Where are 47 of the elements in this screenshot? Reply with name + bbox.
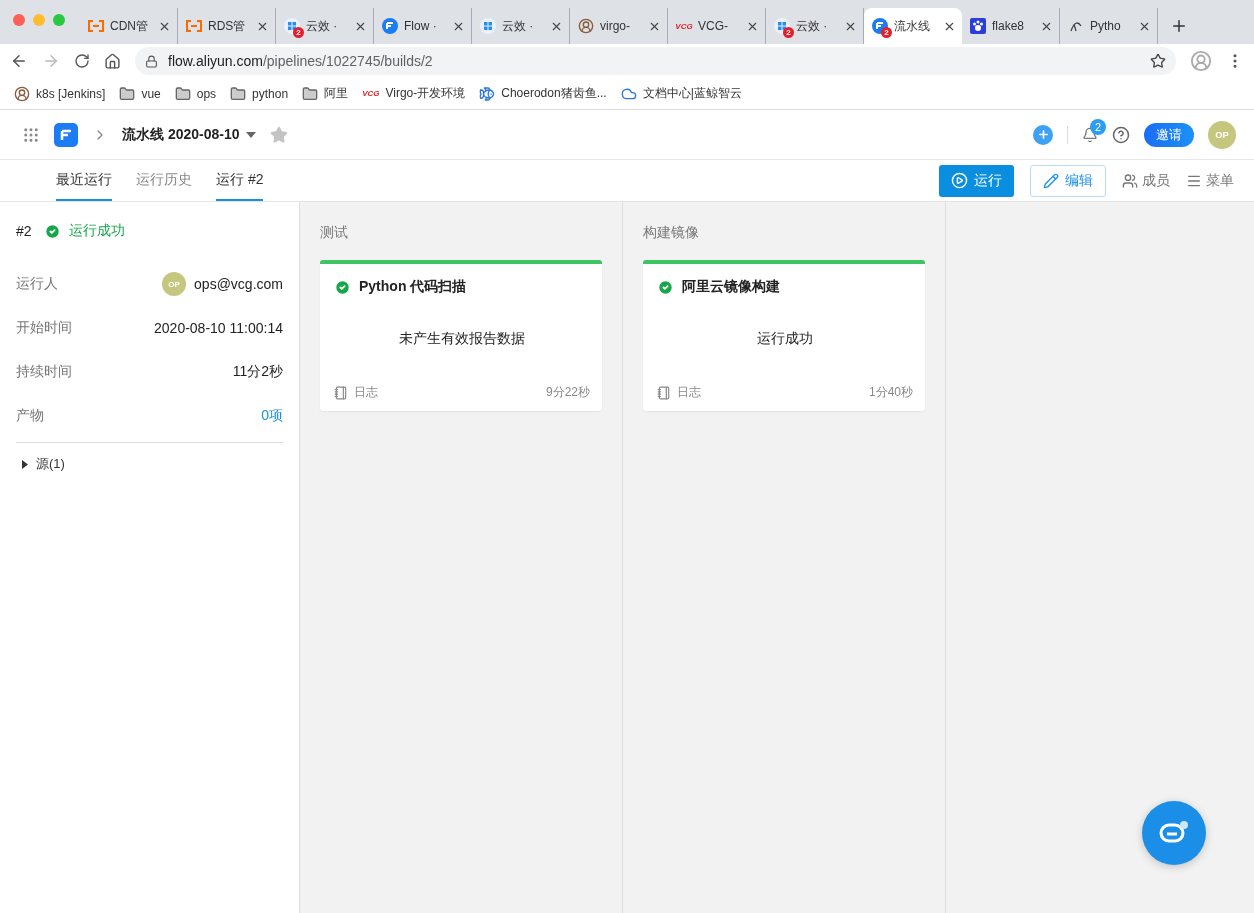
job-duration: 9分22秒: [545, 384, 590, 401]
bookmark-link[interactable]: Choerodon猪齿鱼...: [479, 85, 607, 102]
menu-button[interactable]: 菜单: [1186, 171, 1234, 190]
logo-text: VCG: [675, 21, 693, 31]
user-avatar: OP: [162, 272, 187, 296]
bookmark-link[interactable]: 阿里: [302, 85, 349, 102]
field-label: 运行人: [16, 275, 58, 293]
field-value: ops@vcg.com: [194, 276, 283, 292]
field-label: 产物: [16, 407, 44, 425]
run-button[interactable]: 运行: [939, 164, 1014, 197]
invite-button[interactable]: 邀请: [1144, 122, 1194, 147]
logo-text: VCG: [362, 89, 380, 98]
bookmark-link[interactable]: VCG Virgo-开发环境: [362, 85, 466, 102]
run-number: #2: [16, 223, 32, 239]
job-message: 运行成功: [756, 330, 814, 348]
browser-tab[interactable]: 2 流水线: [864, 8, 962, 44]
log-link[interactable]: 日志: [334, 384, 378, 401]
bookmark-link[interactable]: 文档中心|蓝鲸智云: [620, 85, 742, 102]
address-bar[interactable]: flow.aliyun.com/pipelines/1022745/builds/2: [135, 47, 1176, 75]
job-title: Python 代码扫描: [359, 278, 467, 296]
bookmark-link[interactable]: python: [230, 85, 289, 102]
field-label: 开始时间: [16, 319, 72, 337]
job-card[interactable]: Python 代码扫描 未产生有效报告数据 日志 9分22秒: [320, 260, 602, 411]
bookmark-link[interactable]: k8s [Jenkins]: [14, 85, 106, 102]
notification-count: 2: [1090, 118, 1106, 135]
members-button[interactable]: 成员: [1122, 171, 1170, 190]
job-card[interactable]: 阿里云镜像构建 运行成功 日志 1分40秒: [643, 260, 925, 411]
field-label: 持续时间: [16, 363, 72, 381]
artifacts-link[interactable]: 0项: [261, 407, 283, 425]
field-value: 2020-08-10 11:00:14: [154, 320, 283, 336]
job-message: 未产生有效报告数据: [398, 330, 526, 348]
stage-name: 测试: [320, 224, 349, 242]
edit-button[interactable]: 编辑: [1030, 164, 1106, 197]
job-duration: 1分40秒: [868, 384, 913, 401]
sources-toggle[interactable]: 源(1): [16, 451, 283, 477]
stage-name: 构建镜像: [643, 224, 700, 242]
job-title: 阿里云镜像构建: [682, 278, 780, 296]
notification-badge: 2: [293, 27, 304, 38]
field-value: 11分2秒: [232, 363, 283, 381]
pipeline-title[interactable]: 流水线 2020-08-10: [122, 125, 256, 144]
bookmark-link[interactable]: vue: [119, 85, 161, 102]
notification-badge: 2: [881, 27, 892, 38]
log-link[interactable]: 日志: [657, 384, 701, 401]
nav-tab[interactable]: 运行历史: [136, 160, 192, 201]
notification-badge: 2: [783, 27, 794, 38]
run-status: 运行成功: [68, 222, 125, 240]
bookmark-link[interactable]: ops: [174, 85, 217, 102]
